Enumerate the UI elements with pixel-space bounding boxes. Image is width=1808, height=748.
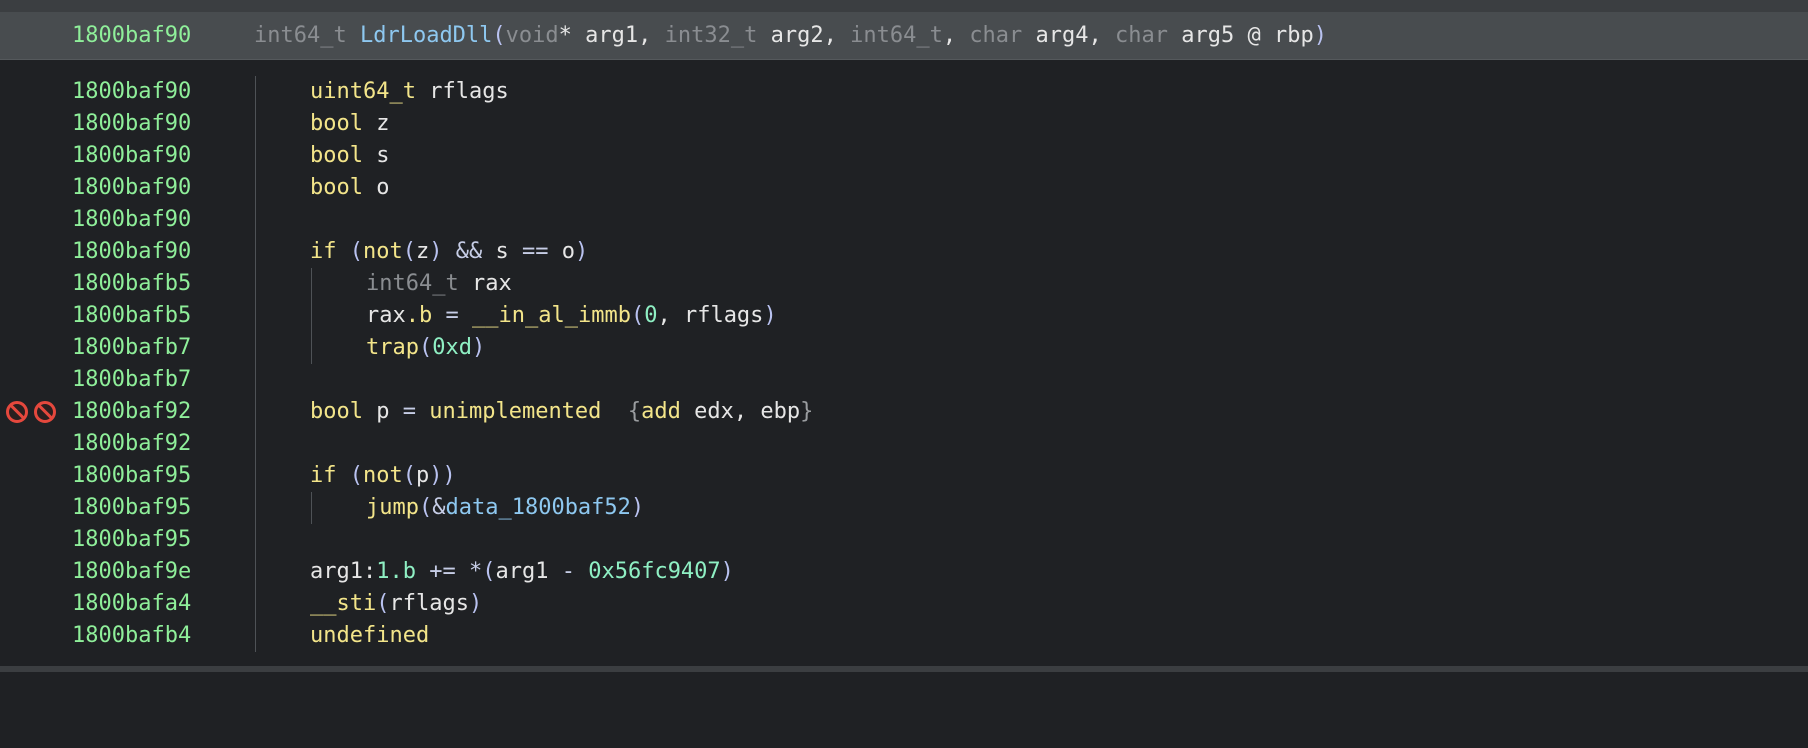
line-code: if (not(p)) bbox=[310, 463, 456, 488]
arg1-name[interactable]: arg1 bbox=[585, 23, 638, 48]
line-code: bool p = unimplemented {add edx, ebp} bbox=[310, 399, 814, 424]
code-line-blank[interactable]: 1800baf92 bbox=[0, 428, 1808, 460]
line-address[interactable]: 1800baf9e bbox=[72, 556, 191, 588]
arg1-type[interactable]: void bbox=[506, 23, 559, 48]
code-line[interactable]: 1800baf95 if (not(p)) bbox=[0, 460, 1808, 492]
header-address[interactable]: 1800baf90 bbox=[72, 18, 191, 54]
line-address[interactable]: 1800baf90 bbox=[72, 76, 191, 108]
code-line[interactable]: 1800baf95 jump(&data_1800baf52) bbox=[0, 492, 1808, 524]
code-line-blank[interactable]: 1800baf90 bbox=[0, 204, 1808, 236]
line-address[interactable]: 1800bafb5 bbox=[72, 300, 191, 332]
line-address[interactable]: 1800baf90 bbox=[72, 204, 191, 236]
arg5-type[interactable]: char bbox=[1115, 23, 1168, 48]
line-address[interactable]: 1800baf90 bbox=[72, 140, 191, 172]
line-address[interactable]: 1800bafb7 bbox=[72, 364, 191, 396]
arg3-type[interactable]: int64_t bbox=[850, 23, 943, 48]
line-code: if (not(z) && s == o) bbox=[310, 239, 589, 264]
function-signature: int64_t LdrLoadDll(void* arg1, int32_t a… bbox=[254, 23, 1327, 48]
line-code: arg1:1.b += *(arg1 - 0x56fc9407) bbox=[310, 559, 734, 584]
line-code: jump(&data_1800baf52) bbox=[366, 495, 645, 520]
code-line[interactable]: 1800bafb5 int64_t rax bbox=[0, 268, 1808, 300]
no-entry-icon[interactable] bbox=[6, 401, 28, 423]
line-code: undefined bbox=[310, 623, 430, 648]
line-address[interactable]: 1800baf92 bbox=[72, 396, 191, 428]
line-code: int64_t rax bbox=[366, 271, 512, 296]
no-entry-icon[interactable] bbox=[34, 401, 56, 423]
code-line[interactable]: 1800baf90 uint64_t rflags bbox=[0, 76, 1808, 108]
code-line[interactable]: 1800baf90 bool s bbox=[0, 140, 1808, 172]
top-strip bbox=[0, 0, 1808, 12]
code-line-warning[interactable]: 1800baf92 bool p = unimplemented {add ed… bbox=[0, 396, 1808, 428]
code-line[interactable]: 1800bafb7 trap(0xd) bbox=[0, 332, 1808, 364]
line-address[interactable]: 1800baf90 bbox=[72, 108, 191, 140]
function-name[interactable]: LdrLoadDll bbox=[360, 23, 492, 48]
arg4-name[interactable]: arg4 bbox=[1036, 23, 1089, 48]
arg2-name[interactable]: arg2 bbox=[771, 23, 824, 48]
function-header[interactable]: 1800baf90 int64_t LdrLoadDll(void* arg1,… bbox=[0, 12, 1808, 60]
warning-icons bbox=[6, 396, 62, 428]
line-address[interactable]: 1800baf90 bbox=[72, 172, 191, 204]
code-line[interactable]: 1800bafb5 rax.b = __in_al_immb(0, rflags… bbox=[0, 300, 1808, 332]
code-line[interactable]: 1800baf90 if (not(z) && s == o) bbox=[0, 236, 1808, 268]
line-code: bool s bbox=[310, 143, 390, 168]
line-code: rax.b = __in_al_immb(0, rflags) bbox=[366, 303, 777, 328]
line-address[interactable]: 1800baf95 bbox=[72, 460, 191, 492]
line-address[interactable]: 1800baf95 bbox=[72, 524, 191, 556]
line-address[interactable]: 1800baf92 bbox=[72, 428, 191, 460]
line-address[interactable]: 1800bafb4 bbox=[72, 620, 191, 652]
line-address[interactable]: 1800baf95 bbox=[72, 492, 191, 524]
code-line-blank[interactable]: 1800bafb7 bbox=[0, 364, 1808, 396]
code-line[interactable]: 1800bafa4 __sti(rflags) bbox=[0, 588, 1808, 620]
line-code: trap(0xd) bbox=[366, 335, 486, 360]
line-address[interactable]: 1800bafa4 bbox=[72, 588, 191, 620]
arg5-register: @ rbp bbox=[1247, 23, 1314, 48]
return-type[interactable]: int64_t bbox=[254, 23, 347, 48]
bottom-strip bbox=[0, 666, 1808, 672]
arg2-type[interactable]: int32_t bbox=[665, 23, 758, 48]
code-line-blank[interactable]: 1800baf95 bbox=[0, 524, 1808, 556]
line-code: bool z bbox=[310, 111, 390, 136]
line-address[interactable]: 1800bafb5 bbox=[72, 268, 191, 300]
line-code: __sti(rflags) bbox=[310, 591, 483, 616]
arg4-type[interactable]: char bbox=[969, 23, 1022, 48]
line-address[interactable]: 1800baf90 bbox=[72, 236, 191, 268]
arg5-name[interactable]: arg5 bbox=[1181, 23, 1234, 48]
code-line[interactable]: 1800bafb4 undefined bbox=[0, 620, 1808, 652]
code-line[interactable]: 1800baf90 bool z bbox=[0, 108, 1808, 140]
code-lines: 1800baf90 uint64_t rflags 1800baf90 bool… bbox=[0, 76, 1808, 652]
code-line[interactable]: 1800baf90 bool o bbox=[0, 172, 1808, 204]
line-code: uint64_t rflags bbox=[310, 79, 509, 104]
line-code: bool o bbox=[310, 175, 390, 200]
code-line[interactable]: 1800baf9e arg1:1.b += *(arg1 - 0x56fc940… bbox=[0, 556, 1808, 588]
line-address[interactable]: 1800bafb7 bbox=[72, 332, 191, 364]
